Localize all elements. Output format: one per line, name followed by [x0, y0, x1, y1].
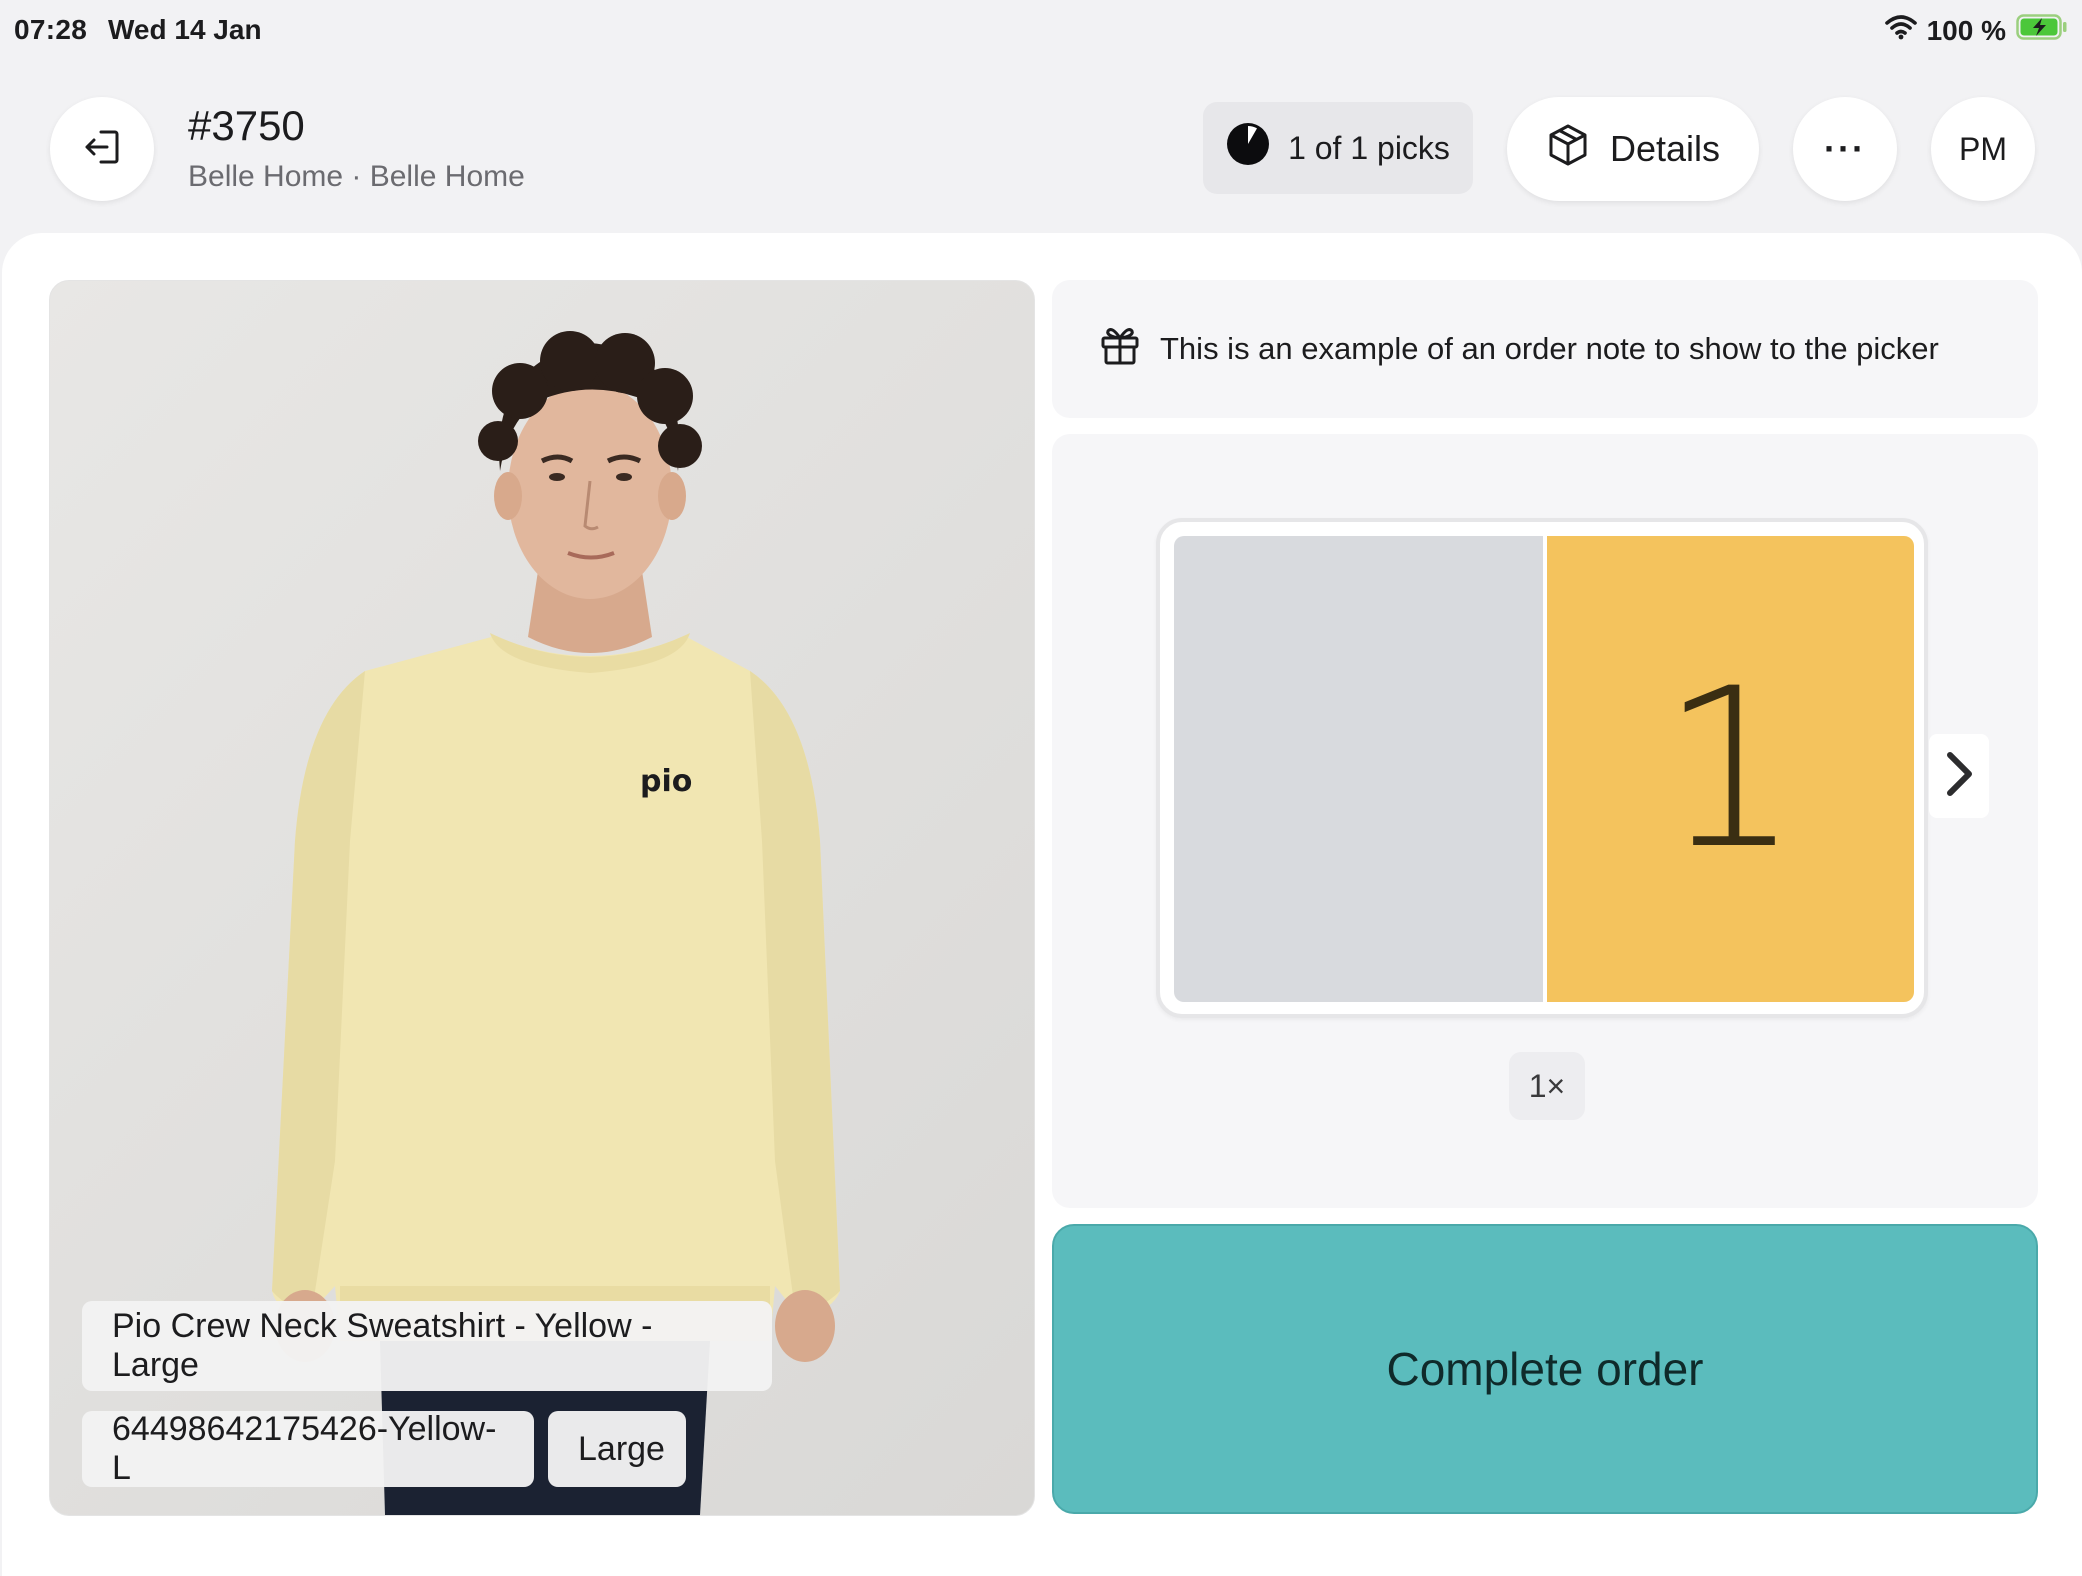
status-time: 07:28 [14, 14, 88, 45]
order-subtitle: Belle Home · Belle Home [188, 160, 525, 193]
sku-tag: 64498642175426-Yellow-L [82, 1410, 534, 1487]
picks-label: 1 of 1 picks [1288, 129, 1450, 166]
bin-slot-empty [1174, 536, 1543, 1002]
details-button[interactable]: Details [1507, 97, 1759, 201]
product-name-tag: Pio Crew Neck Sweatshirt - Yellow - Larg… [82, 1301, 772, 1391]
picks-progress: 1 of 1 picks [1203, 102, 1473, 194]
complete-order-button[interactable]: Complete order [1052, 1224, 2038, 1514]
progress-pie-icon [1226, 122, 1270, 174]
product-sku: 64498642175426-Yellow-L [112, 1410, 497, 1487]
order-note-text: This is an example of an order note to s… [1160, 331, 1939, 366]
battery-charging-icon [2016, 14, 2068, 47]
product-variant: Large [578, 1429, 665, 1468]
status-bar: 07:28 Wed 14 Jan 100 % [0, 0, 2082, 66]
battery-label: 100 % [1926, 14, 2006, 46]
status-date: Wed 14 Jan [108, 14, 262, 45]
gift-icon [1100, 324, 1140, 374]
bin-slot-number: 1 [1660, 641, 1801, 897]
next-bin-button[interactable] [1929, 734, 1989, 818]
order-note: This is an example of an order note to s… [1052, 280, 2038, 418]
more-button[interactable]: ··· [1793, 97, 1897, 201]
product-name: Pio Crew Neck Sweatshirt - Yellow - Larg… [112, 1307, 653, 1384]
chevron-right-icon [1944, 751, 1974, 802]
back-button[interactable] [50, 97, 154, 201]
product-logo-text: pio [640, 764, 692, 799]
order-number: #3750 [188, 102, 305, 149]
exit-icon [81, 126, 123, 173]
user-avatar[interactable]: PM [1931, 97, 2035, 201]
details-label: Details [1609, 128, 1721, 169]
quantity-label: 1× [1528, 1067, 1566, 1104]
variant-tag: Large [548, 1411, 686, 1487]
status-right: 100 % [1884, 14, 2068, 47]
complete-order-label: Complete order [1386, 1343, 1704, 1395]
bin-diagram: 1 [1156, 518, 1928, 1018]
bin-slot-active: 1 [1547, 536, 1914, 1002]
quantity-badge: 1× [1509, 1052, 1585, 1120]
package-icon [1546, 123, 1590, 176]
product-image: pio Pio Crew Neck Sweatshirt - Yellow - … [49, 280, 1035, 1516]
user-initials: PM [1959, 130, 2007, 167]
wifi-icon [1884, 14, 1917, 47]
bin-panel: 1 1× [1052, 434, 2038, 1208]
more-icon: ··· [1824, 128, 1866, 169]
